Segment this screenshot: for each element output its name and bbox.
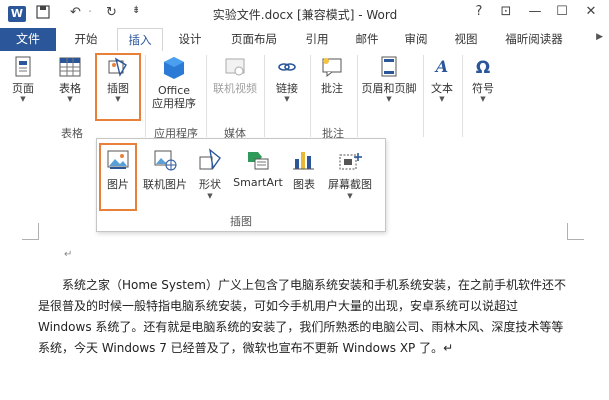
comment-button[interactable]: 批注 — [314, 55, 350, 95]
comment-icon — [322, 58, 342, 78]
smartart-icon — [248, 152, 269, 170]
qa-separator: · — [88, 5, 93, 20]
video-icon — [225, 58, 245, 76]
tab-design[interactable]: 设计 — [170, 28, 210, 51]
chevron-down-icon: ▼ — [439, 95, 445, 103]
undo-button[interactable]: ↶ — [70, 5, 81, 20]
chevron-down-icon: ▼ — [207, 192, 213, 200]
links-button[interactable]: 链接 ▼ — [270, 55, 304, 103]
screenshot-button-label: 屏幕截图 — [328, 178, 372, 191]
chevron-down-icon: ▼ — [67, 95, 73, 103]
table-button[interactable]: 表格 ▼ — [52, 55, 88, 103]
tab-references[interactable]: 引用 — [297, 28, 337, 51]
maximize-button[interactable]: ☐ — [553, 4, 571, 19]
help-button[interactable]: ? — [470, 4, 488, 19]
table-button-label: 表格 — [59, 82, 81, 95]
svg-text:A: A — [434, 57, 448, 76]
text-box-icon: A — [434, 57, 448, 76]
screenshot-button[interactable]: 屏幕截图 ▼ — [323, 147, 377, 200]
text-button-label: 文本 — [431, 82, 453, 95]
office-apps-button[interactable]: Office 应用程序 — [148, 55, 200, 110]
chart-button[interactable]: 图表 — [289, 147, 319, 192]
group-separator — [310, 55, 311, 137]
online-video-button-label: 联机视频 — [213, 82, 257, 95]
online-picture-icon — [154, 150, 177, 171]
tab-mailings[interactable]: 邮件 — [347, 28, 387, 51]
illustrations-dropdown: 图片 联机图片 形状 ▼ SmartArt 图表 屏幕截图 ▼ 插图 — [96, 138, 386, 232]
pictures-highlight — [99, 143, 137, 211]
links-button-label: 链接 — [276, 82, 298, 95]
title-bar: W ↶ · ↻ ⇟ 实验文件.docx [兼容模式] - Word ? ⊡ — … — [0, 0, 609, 28]
online-pictures-button-label: 联机图片 — [143, 178, 187, 191]
quick-access-customize-button[interactable]: ⇟ — [132, 5, 140, 16]
screenshot-icon — [339, 153, 362, 170]
ribbon-insert: 页面 ▼ 表格 ▼ 插图 ▼ Office 应用程序 联机视频 链接 ▼ 批注 … — [0, 51, 609, 144]
tab-scroll-right-icon[interactable]: ▶ — [596, 32, 603, 42]
margin-corner-left — [22, 223, 39, 240]
chevron-down-icon: ▼ — [480, 95, 486, 103]
minimize-button[interactable]: — — [526, 4, 544, 19]
tab-insert[interactable]: 插入 — [117, 28, 163, 53]
paragraph-mark: ↵ — [64, 249, 73, 260]
table-icon — [59, 57, 81, 77]
shapes-icon — [199, 148, 221, 170]
group-separator — [206, 55, 207, 137]
group-separator — [462, 55, 463, 137]
margin-corner-right — [567, 223, 584, 240]
tab-view[interactable]: 视图 — [446, 28, 486, 51]
illustrations-highlight — [95, 53, 141, 121]
office-store-icon — [164, 57, 184, 79]
shapes-button-label: 形状 — [199, 178, 221, 191]
header-footer-button[interactable]: 页眉和页脚 ▼ — [360, 55, 418, 103]
window-title: 实验文件.docx [兼容模式] - Word — [212, 8, 398, 22]
ribbon-display-options-button[interactable]: ⊡ — [497, 4, 515, 19]
group-separator — [423, 55, 424, 137]
chart-button-label: 图表 — [293, 178, 315, 191]
tab-review[interactable]: 审阅 — [396, 28, 436, 51]
save-icon[interactable] — [36, 5, 50, 23]
symbols-button[interactable]: Ω 符号 ▼ — [466, 55, 500, 103]
smartart-button[interactable]: SmartArt — [231, 147, 285, 189]
ribbon-tab-bar: 文件 开始 插入 设计 页面布局 引用 邮件 审阅 视图 福昕阅读器 ▶ — [0, 28, 609, 53]
chevron-down-icon: ▼ — [347, 192, 353, 200]
link-icon — [278, 63, 296, 71]
bar-chart-icon — [293, 152, 314, 170]
chevron-down-icon: ▼ — [20, 95, 26, 103]
tab-home[interactable]: 开始 — [66, 28, 106, 51]
tab-foxit-reader[interactable]: 福昕阅读器 — [498, 28, 570, 51]
dropdown-group-label: 插图 — [230, 215, 252, 228]
document-paragraph: 系统之家（Home System）广义上包含了电脑系统安装和手机系统安装，在之前… — [38, 278, 567, 355]
online-video-button[interactable]: 联机视频 — [210, 55, 260, 95]
chevron-down-icon: ▼ — [284, 95, 290, 103]
group-label-tables: 表格 — [61, 127, 83, 140]
office-apps-button-label: Office 应用程序 — [152, 84, 196, 110]
chevron-down-icon: ▼ — [386, 95, 392, 103]
comment-button-label: 批注 — [321, 82, 343, 95]
redo-button[interactable]: ↻ — [106, 5, 117, 20]
header-footer-button-label: 页眉和页脚 — [361, 82, 417, 95]
pages-button[interactable]: 页面 ▼ — [6, 55, 40, 103]
shapes-button[interactable]: 形状 ▼ — [195, 147, 225, 200]
tab-file[interactable]: 文件 — [0, 28, 56, 51]
omega-icon: Ω — [476, 58, 490, 78]
online-pictures-button[interactable]: 联机图片 — [141, 147, 189, 192]
tab-page-layout[interactable]: 页面布局 — [222, 28, 286, 51]
header-footer-icon — [381, 56, 397, 77]
word-logo-icon: W — [8, 6, 26, 22]
symbols-button-label: 符号 — [472, 82, 494, 95]
close-button[interactable]: ✕ — [582, 4, 600, 19]
smartart-button-label: SmartArt — [233, 176, 283, 189]
group-separator — [357, 55, 358, 137]
svg-text:Ω: Ω — [476, 58, 490, 78]
document-body[interactable]: 系统之家（Home System）广义上包含了电脑系统安装和手机系统安装，在之前… — [38, 275, 568, 359]
text-button[interactable]: A 文本 ▼ — [426, 55, 458, 103]
pages-button-label: 页面 — [12, 82, 34, 95]
group-separator — [264, 55, 265, 137]
page-icon — [15, 56, 31, 77]
